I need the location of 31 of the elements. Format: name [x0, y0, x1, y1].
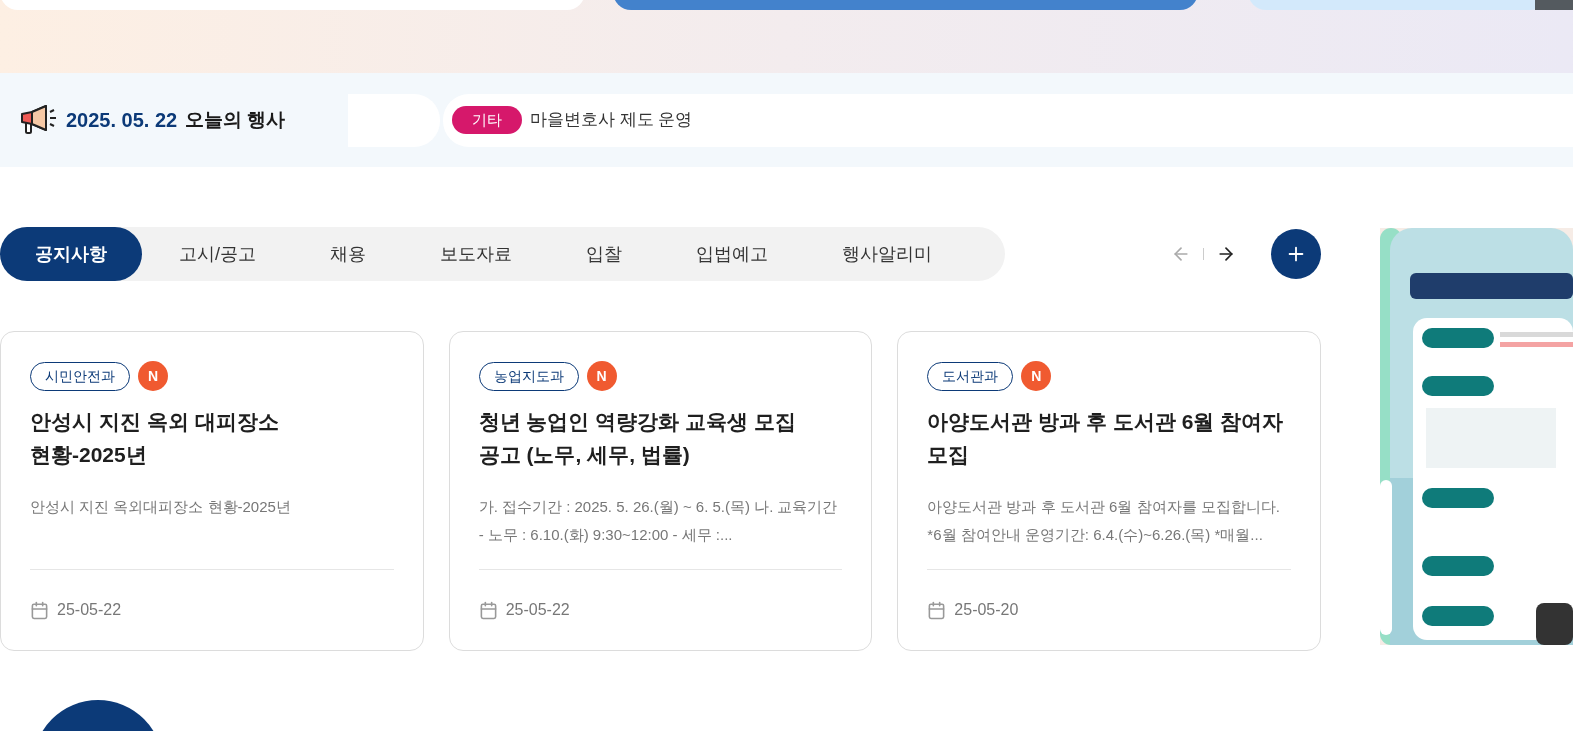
tab[interactable]: 채용 — [293, 227, 403, 281]
more-button[interactable] — [1271, 229, 1321, 279]
new-badge: N — [586, 361, 617, 391]
category-tag: 기타 — [452, 105, 522, 135]
notice-card[interactable]: 시민안전과 N 안성시 지진 옥외 대피장소 현황-2025년 안성시 지진 옥외대피장소 현황-2025년 25-05-22 — [0, 331, 424, 651]
notice-title[interactable]: 안성시 지진 옥외 대피장소 현황-2025년 — [30, 405, 394, 471]
tab[interactable]: 고시/공고 — [142, 227, 293, 281]
notice-summary: 안성시 지진 옥외대피장소 현황-2025년 — [30, 497, 292, 517]
tab[interactable]: 보도자료 — [403, 227, 549, 281]
tab[interactable]: 행사알리미 — [805, 227, 969, 281]
notice-date: 25-05-20 — [954, 600, 1019, 620]
calendar-icon — [478, 600, 498, 620]
notice-card[interactable]: 농업지도과 N 청년 농업인 역량강화 교육생 모집 공고 (노무, 세무, 법률) 가. 접수기간 : 2025. 5. 26.(월) ~ 6. 5.(목) 나. 교육기간 - 노무 : 6.10.(화) 9:30~12:00 - 세무 :... 25-05-22 — [448, 331, 873, 651]
notice-date: 25-05-22 — [57, 600, 122, 620]
megaphone-icon — [18, 104, 58, 136]
calendar-icon — [927, 600, 947, 620]
notice-summary: 가. 접수기간 : 2025. 5. 26.(월) ~ 6. 5.(목) 나. 교육기간 - 노무 : 6.10.(화) 9:30~12:00 - 세무 :... — [478, 497, 839, 545]
tab[interactable]: 입법예고 — [659, 227, 805, 281]
event-date: 2025. 05. 22 — [66, 108, 178, 133]
notice-title[interactable]: 아양도서관 방과 후 도서관 6월 참여자 모집 — [927, 405, 1291, 471]
new-badge: N — [1021, 361, 1052, 391]
calendar-icon — [30, 600, 49, 620]
ticker-link[interactable]: 마을변호사 제도 운영 — [530, 107, 693, 133]
notice-card[interactable]: 도서관과 N 아양도서관 방과 후 도서관 6월 참여자 모집 아양도서관 방과 후 도서관 6월 참여자를 모집합니다. *6월 참여안내 운영기간: 6.4.(수)~6.26.(목) *매월... 25-05-20 — [897, 331, 1321, 651]
event-heading: 오늘의 행사 — [185, 107, 286, 132]
new-badge: N — [138, 361, 168, 391]
tab[interactable]: 공지사항 — [0, 227, 142, 281]
notice-summary: 아양도서관 방과 후 도서관 6월 참여자를 모집합니다. *6월 참여안내 운영기간: 6.4.(수)~6.26.(목) *매월... — [927, 497, 1281, 545]
notice-date: 25-05-22 — [505, 600, 570, 620]
tab[interactable]: 입찰 — [549, 227, 659, 281]
notice-title[interactable]: 청년 농업인 역량강화 교육생 모집 공고 (노무, 세무, 법률) — [478, 405, 843, 471]
